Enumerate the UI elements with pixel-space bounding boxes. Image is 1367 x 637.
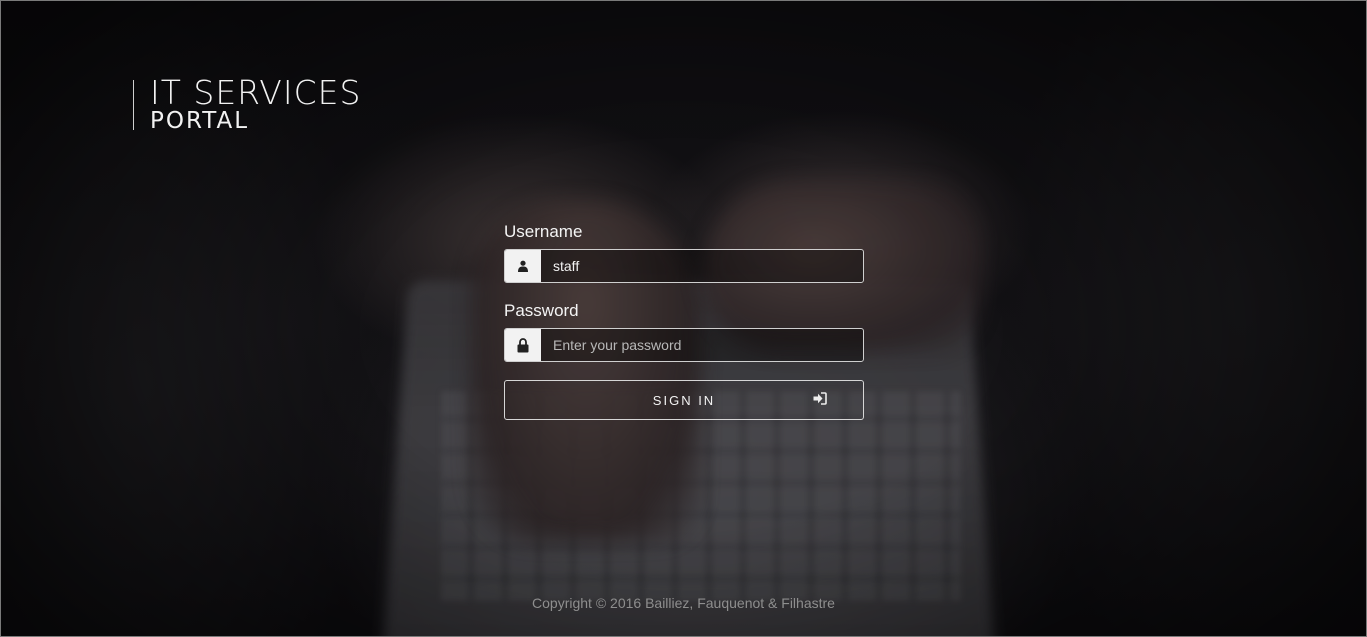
password-label: Password <box>504 301 579 320</box>
password-input[interactable] <box>541 329 863 361</box>
brand-subtitle: PORTAL <box>150 108 250 134</box>
brand-title: IT SERVICES <box>150 73 362 112</box>
username-field-group <box>504 249 864 283</box>
user-icon <box>505 250 541 282</box>
login-page: IT SERVICES PORTAL Username Password <box>0 0 1367 637</box>
copyright-text: Copyright © 2016 Bailliez, Fauquenot & F… <box>532 595 835 611</box>
sign-in-icon <box>813 392 827 410</box>
username-label: Username <box>504 222 583 241</box>
brand-logo: IT SERVICES PORTAL <box>133 73 362 134</box>
sign-in-label: SIGN IN <box>652 392 716 408</box>
password-field-group <box>504 328 864 362</box>
sign-in-button[interactable]: SIGN IN <box>504 380 864 420</box>
lock-icon <box>505 329 541 361</box>
username-input[interactable] <box>541 250 863 282</box>
login-form: Username Password SIGN IN <box>504 222 864 420</box>
